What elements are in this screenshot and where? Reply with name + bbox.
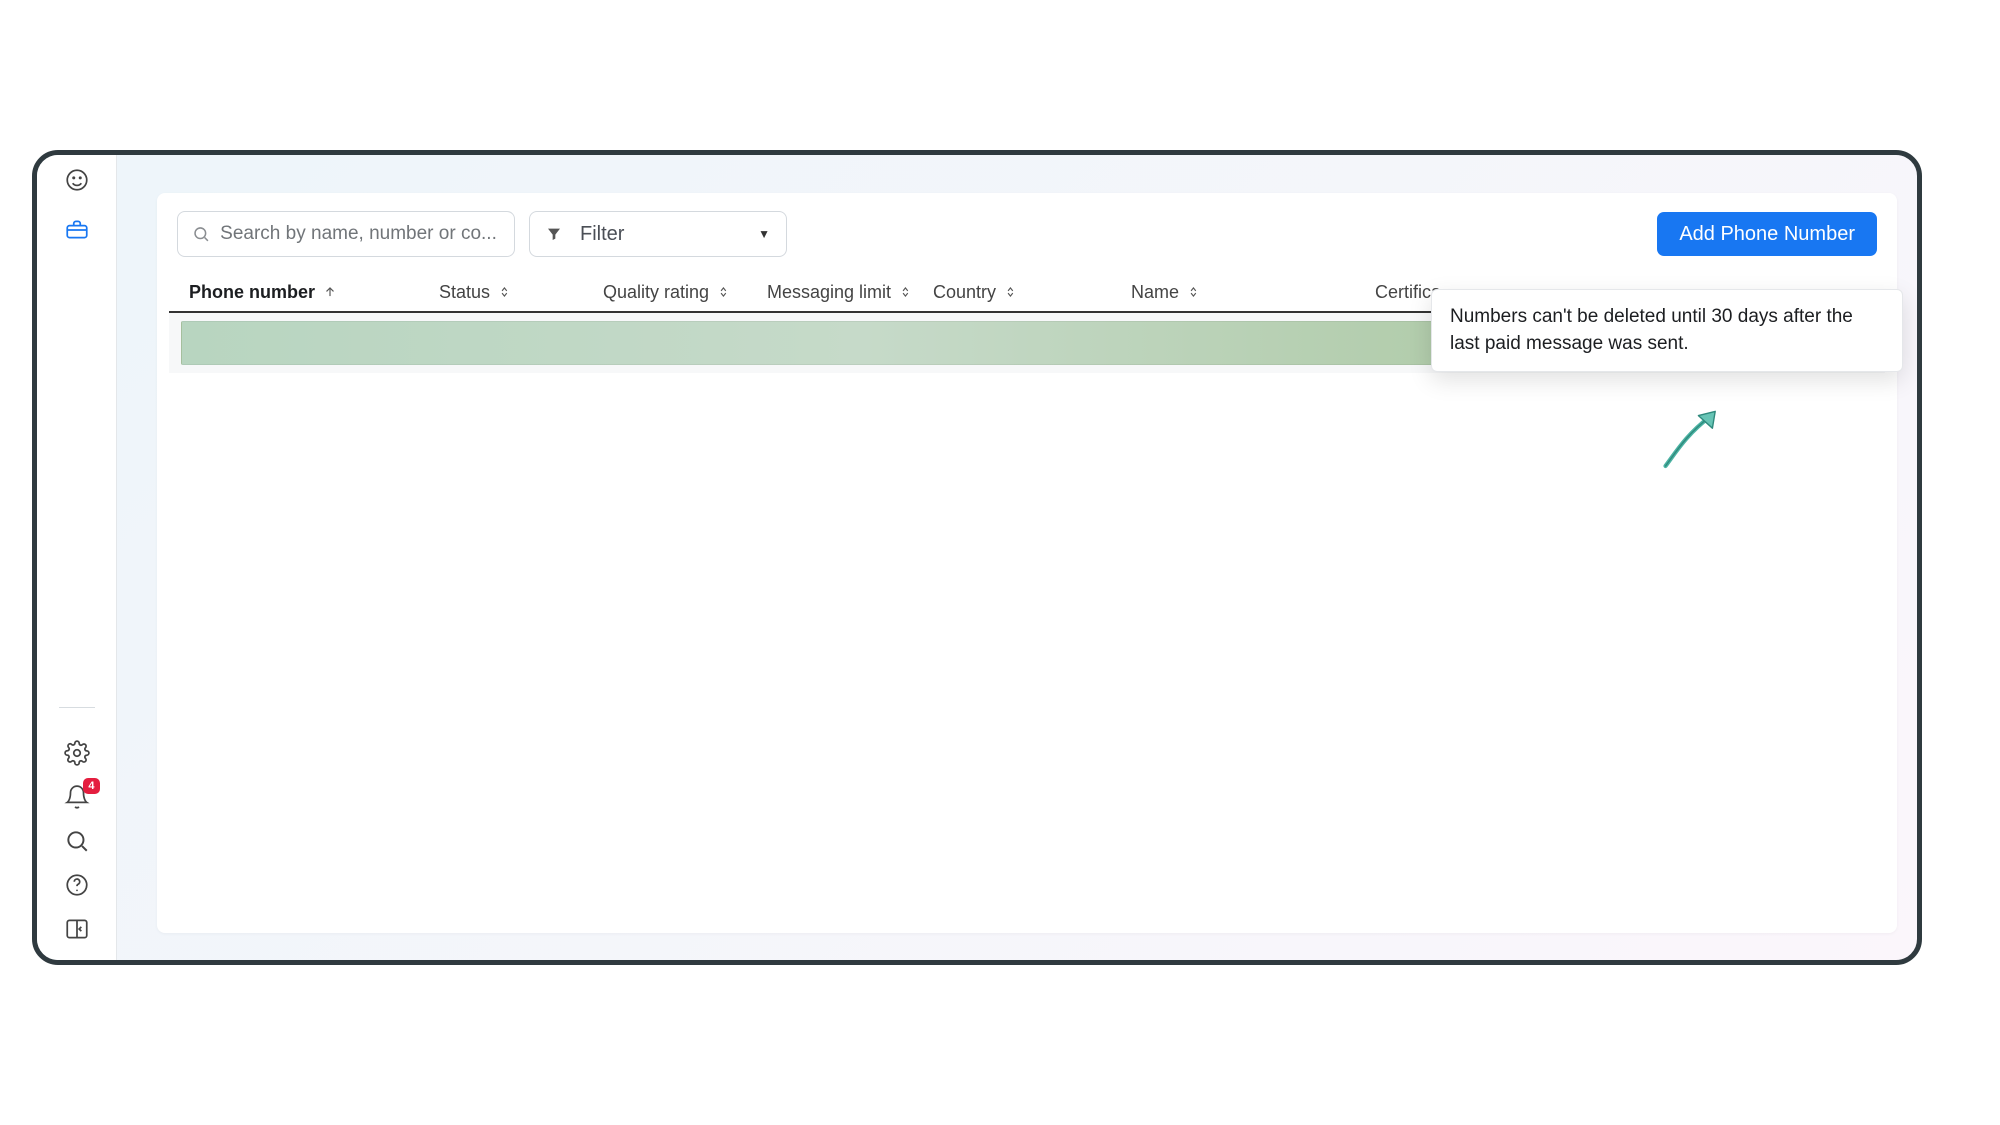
sort-icon <box>717 285 731 299</box>
col-label: Messaging limit <box>767 282 891 303</box>
funnel-icon <box>546 226 562 242</box>
col-label: Name <box>1131 282 1179 303</box>
notification-badge: 4 <box>83 778 99 794</box>
toolbar: Filter ▼ Add Phone Number <box>157 193 1897 273</box>
sidebar-divider <box>59 707 95 708</box>
add-phone-number-button[interactable]: Add Phone Number <box>1657 212 1877 256</box>
settings-icon[interactable] <box>64 740 90 766</box>
sort-icon <box>498 285 512 299</box>
panel-toggle-icon[interactable] <box>64 916 90 942</box>
delete-tooltip: Numbers can't be deleted until 30 days a… <box>1431 289 1903 372</box>
sort-icon <box>1187 285 1201 299</box>
col-label: Status <box>439 282 490 303</box>
search-icon <box>192 224 210 244</box>
sort-icon <box>899 285 913 299</box>
toolbox-icon[interactable] <box>64 217 90 243</box>
col-messaging-limit[interactable]: Messaging limit <box>767 282 933 303</box>
app-frame: 4 <box>32 150 1922 965</box>
col-phone-number[interactable]: Phone number <box>189 282 439 303</box>
help-icon[interactable] <box>64 872 90 898</box>
col-label: Quality rating <box>603 282 709 303</box>
filter-label: Filter <box>580 223 624 246</box>
annotation-arrow <box>1655 403 1725 473</box>
col-label: Country <box>933 282 996 303</box>
col-label: Phone number <box>189 282 315 303</box>
content-panel: Filter ▼ Add Phone Number Phone number S… <box>157 193 1897 933</box>
col-quality-rating[interactable]: Quality rating <box>603 282 767 303</box>
col-name[interactable]: Name <box>1131 282 1375 303</box>
main-area: Filter ▼ Add Phone Number Phone number S… <box>117 155 1917 960</box>
search-input[interactable] <box>220 223 500 245</box>
search-icon[interactable] <box>64 828 90 854</box>
bell-icon[interactable]: 4 <box>64 784 90 810</box>
col-status[interactable]: Status <box>439 282 603 303</box>
sidebar: 4 <box>37 155 117 960</box>
search-input-wrapper[interactable] <box>177 211 515 257</box>
filter-dropdown[interactable]: Filter ▼ <box>529 211 787 257</box>
col-country[interactable]: Country <box>933 282 1131 303</box>
dashboard-icon[interactable] <box>64 167 90 193</box>
chevron-down-icon: ▼ <box>758 227 770 241</box>
arrow-up-icon <box>323 285 337 299</box>
sort-icon <box>1004 285 1018 299</box>
redacted-content <box>181 321 1547 365</box>
